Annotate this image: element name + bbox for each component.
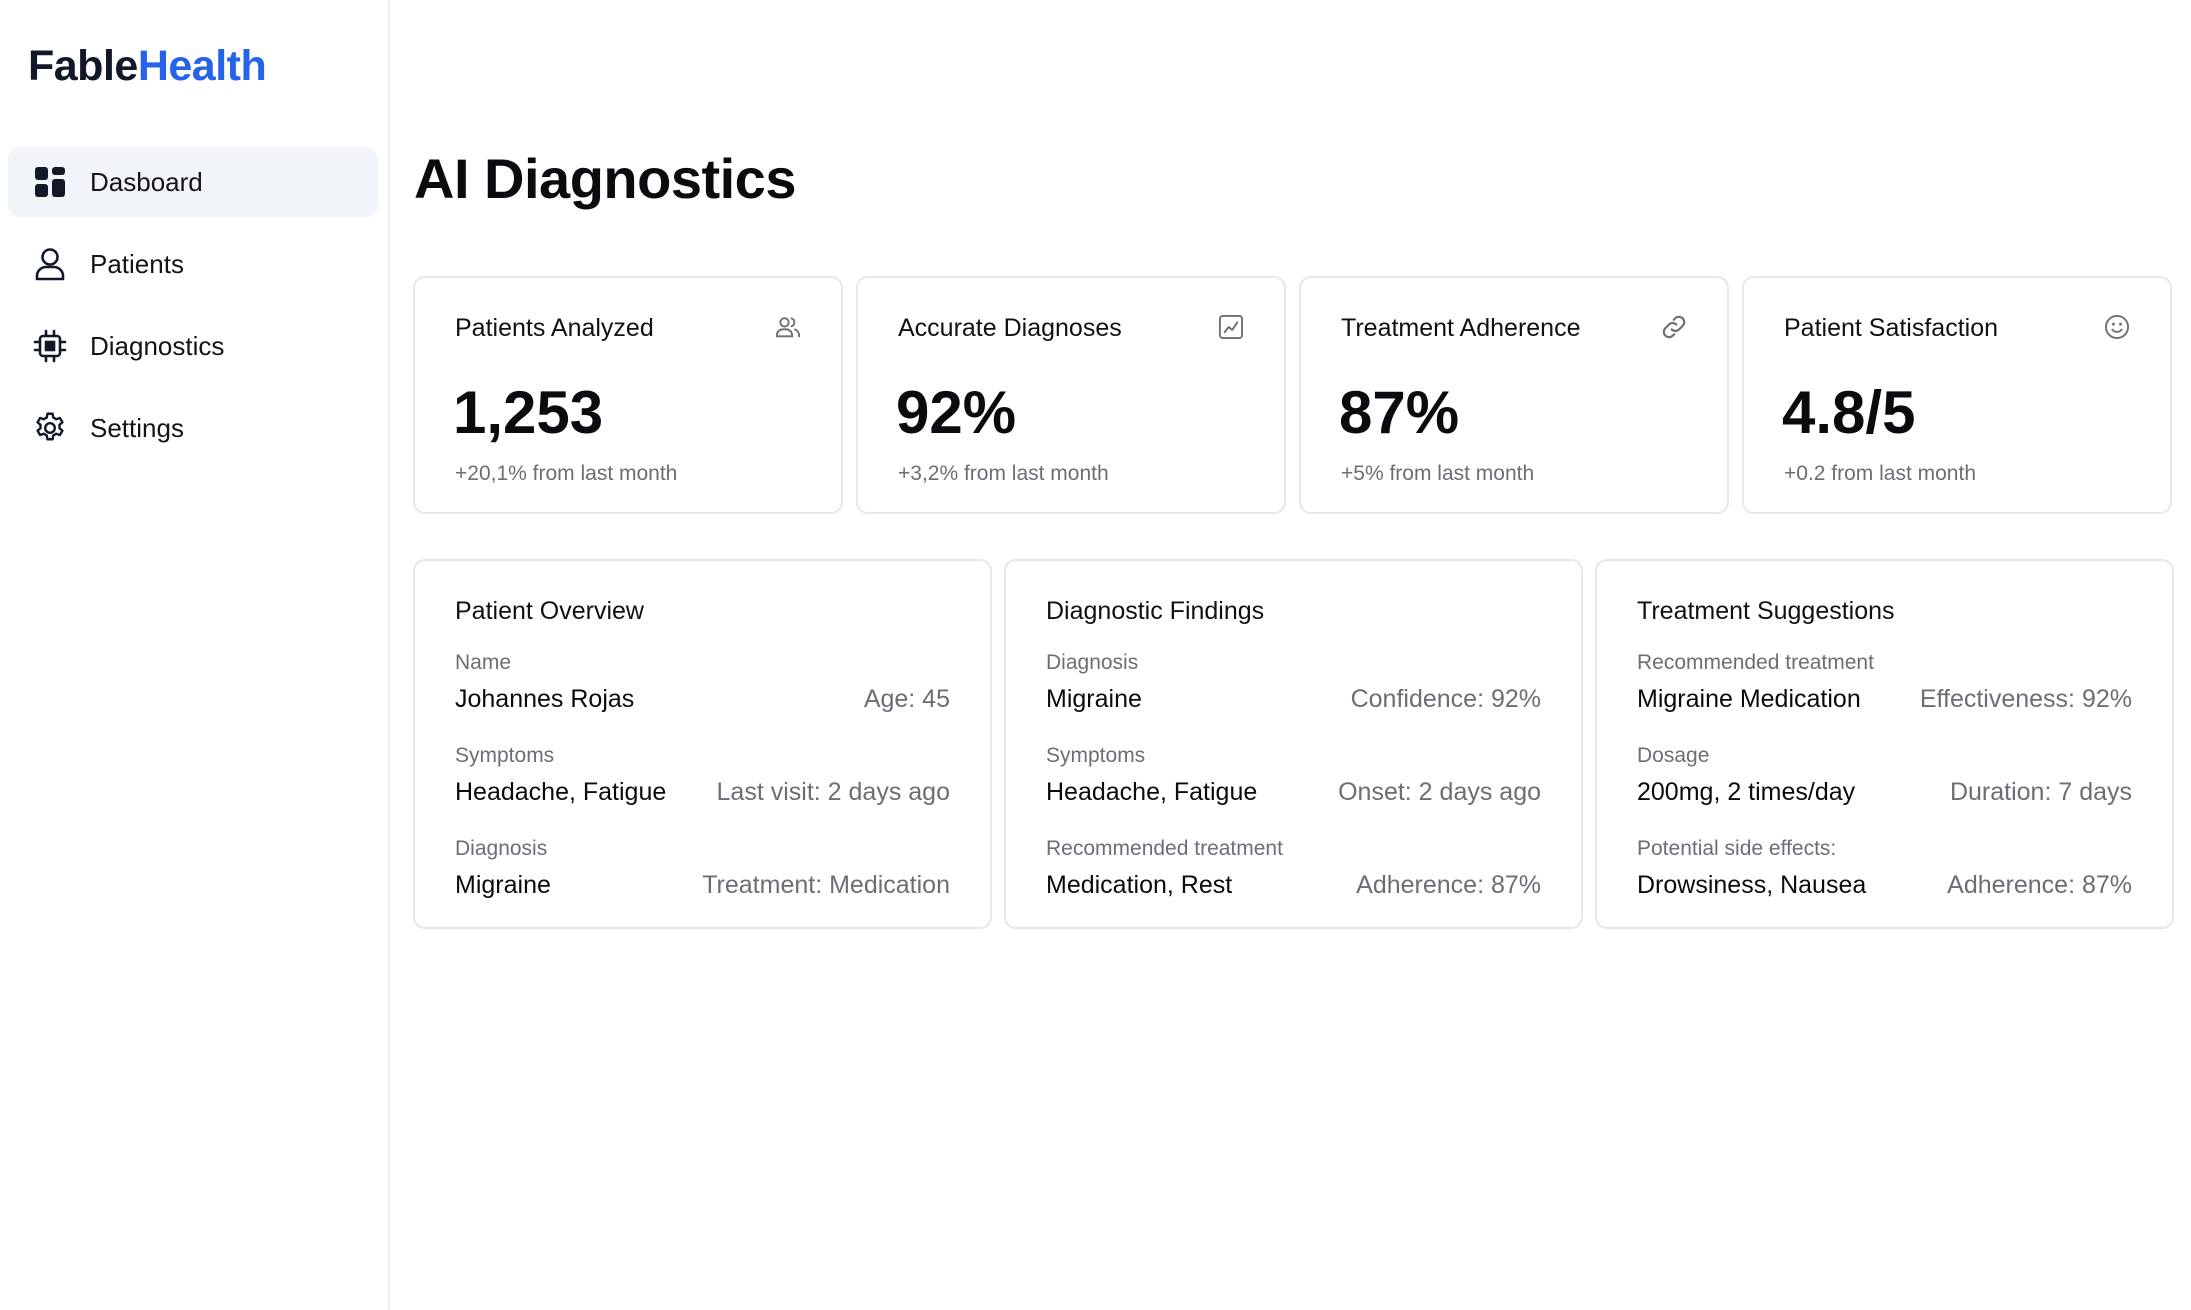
field-meta: Duration: 7 days [1949,778,2132,806]
field-value: Headache, Fatigue [455,778,667,806]
stat-card-accurate-diagnoses: Accurate Diagnoses 92% +3,2% from last m… [856,276,1286,514]
field-meta: Onset: 2 days ago [1338,778,1541,806]
field-meta: Age: 45 [863,685,950,713]
sidebar-item-dashboard[interactable]: Dasboard [8,147,378,217]
info-row: Name Johannes Rojas Age: 45 [455,651,950,714]
field-meta: Confidence: 92% [1350,685,1541,713]
field-label: Diagnosis [455,837,548,860]
user-icon [32,246,68,282]
card-diagnostic-findings: Diagnostic Findings Diagnosis Migraine C… [1004,559,1583,929]
card-patient-overview: Patient Overview Name Johannes Rojas Age… [413,559,992,929]
stat-title: Patients Analyzed [455,314,654,342]
stat-card-treatment-adherence: Treatment Adherence 87% +5% from last mo… [1299,276,1729,514]
app-root: Fable Health Dasboard Patients Diagnosti… [0,0,2191,1310]
info-row: Potential side effects: Drowsiness, Naus… [1637,837,2132,900]
field-value: Johannes Rojas [455,685,635,713]
field-value: Migraine [455,871,551,899]
field-meta: Adherence: 87% [1947,871,2132,899]
card-treatment-suggestions: Treatment Suggestions Recommended treatm… [1595,559,2174,929]
stat-change: +20,1% from last month [455,462,678,485]
info-row: Recommended treatment Migraine Medicatio… [1637,651,2132,714]
field-label: Symptoms [1046,744,1146,767]
sidebar-item-label: Patients [90,248,184,279]
stat-change: +3,2% from last month [898,462,1109,485]
sidebar-item-label: Diagnostics [90,330,225,361]
info-row: Diagnosis Migraine Treatment: Medication [455,837,950,900]
field-value: Headache, Fatigue [1046,778,1258,806]
info-row: Symptoms Headache, Fatigue Last visit: 2… [455,744,950,807]
info-row: Dosage 200mg, 2 times/day Duration: 7 da… [1637,744,2132,807]
brand-name-part1: Fable [28,42,138,90]
field-value: Migraine [1046,685,1142,713]
users-icon [773,312,803,342]
card-title: Diagnostic Findings [1046,597,1265,625]
stat-change: +0.2 from last month [1784,462,1977,485]
stat-value: 1,253 [453,379,604,446]
stat-title: Patient Satisfaction [1784,314,1999,342]
stat-value: 87% [1339,379,1460,446]
field-meta: Treatment: Medication [702,871,950,899]
stat-change: +5% from last month [1341,462,1535,485]
sidebar-item-patients[interactable]: Patients [8,229,378,299]
page-title: AI Diagnostics [414,147,796,210]
field-label: Name [455,651,512,674]
field-label: Symptoms [455,744,555,767]
smile-icon [2102,312,2132,342]
field-meta: Last visit: 2 days ago [716,778,950,806]
field-label: Potential side effects: [1637,837,1837,860]
brand-name-part2: Health [137,42,267,90]
field-label: Diagnosis [1046,651,1139,674]
link-icon [1659,312,1689,342]
sidebar-item-settings[interactable]: Settings [8,393,378,463]
stat-title: Accurate Diagnoses [898,314,1122,342]
sidebar-item-label: Settings [90,412,184,443]
sidebar-item-label: Dasboard [90,166,203,197]
field-value: Migraine Medication [1637,685,1861,713]
card-title: Treatment Suggestions [1637,597,1895,625]
field-meta: Adherence: 87% [1356,871,1541,899]
info-row: Symptoms Headache, Fatigue Onset: 2 days… [1046,744,1541,807]
dashboard-icon [32,164,68,200]
sidebar: Fable Health Dasboard Patients Diagnosti… [0,0,390,1310]
field-value: 200mg, 2 times/day [1637,778,1856,806]
chip-icon [32,328,68,364]
stat-value: 4.8/5 [1782,379,1916,446]
field-label: Recommended treatment [1637,651,1874,674]
stat-card-patients-analyzed: Patients Analyzed 1,253 +20,1% from last… [413,276,843,514]
stat-title: Treatment Adherence [1341,314,1581,342]
sidebar-item-diagnostics[interactable]: Diagnostics [8,311,378,381]
stat-value: 92% [896,379,1017,446]
field-value: Medication, Rest [1046,871,1233,899]
info-row: Recommended treatment Medication, Rest A… [1046,837,1541,900]
brand-logo[interactable]: Fable Health [28,42,267,91]
stat-card-patient-satisfaction: Patient Satisfaction 4.8/5 +0.2 from las… [1742,276,2172,514]
field-meta: Effectiveness: 92% [1919,685,2132,713]
card-title: Patient Overview [455,597,644,625]
info-row: Diagnosis Migraine Confidence: 92% [1046,651,1541,714]
field-label: Recommended treatment [1046,837,1283,860]
gear-icon [32,410,68,446]
field-label: Dosage [1637,744,1710,767]
field-value: Drowsiness, Nausea [1637,871,1867,899]
chart-line-icon [1216,312,1246,342]
